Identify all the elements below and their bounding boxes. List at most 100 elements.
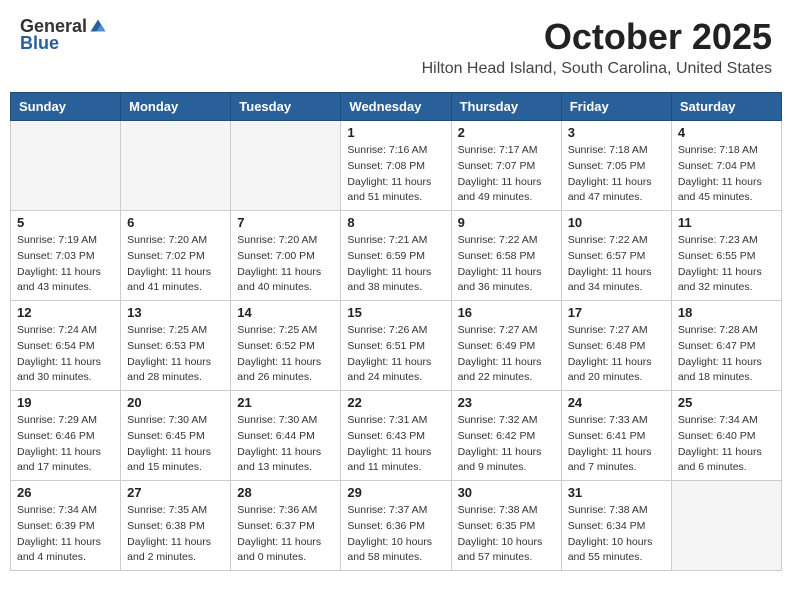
col-saturday: Saturday [671,93,781,121]
table-row: 29 Sunrise: 7:37 AM Sunset: 6:36 PM Dayli… [341,481,451,571]
logo-blue: Blue [20,33,59,54]
day-info: Sunrise: 7:21 AM Sunset: 6:59 PM Dayligh… [347,233,444,296]
table-row: 3 Sunrise: 7:18 AM Sunset: 7:05 PM Daylig… [561,121,671,211]
table-row: 9 Sunrise: 7:22 AM Sunset: 6:58 PM Daylig… [451,211,561,301]
page-header: General Blue October 2025 Hilton Head Is… [0,0,792,84]
day-info: Sunrise: 7:25 AM Sunset: 6:52 PM Dayligh… [237,323,334,386]
table-row: 26 Sunrise: 7:34 AM Sunset: 6:39 PM Dayli… [11,481,121,571]
day-info: Sunrise: 7:37 AM Sunset: 6:36 PM Dayligh… [347,503,444,566]
logo-icon [89,18,107,36]
table-row: 22 Sunrise: 7:31 AM Sunset: 6:43 PM Dayli… [341,391,451,481]
day-number: 13 [127,305,224,320]
calendar-week-row: 12Sunrise: 7:24 AM Sunset: 6:54 PM Dayli… [11,301,782,391]
logo: General Blue [20,16,107,54]
table-row: 25 Sunrise: 7:34 AM Sunset: 6:40 PM Dayli… [671,391,781,481]
table-row: 8 Sunrise: 7:21 AM Sunset: 6:59 PM Daylig… [341,211,451,301]
table-row: 11 Sunrise: 7:23 AM Sunset: 6:55 PM Dayli… [671,211,781,301]
day-number: 9 [458,215,555,230]
day-number: 19 [17,395,114,410]
day-info: Sunrise: 7:34 AM Sunset: 6:40 PM Dayligh… [678,413,775,476]
month-title: October 2025 [422,16,772,58]
day-number: 26 [17,485,114,500]
day-info: Sunrise: 7:30 AM Sunset: 6:44 PM Dayligh… [237,413,334,476]
table-row [671,481,781,571]
day-info: Sunrise: 7:16 AM Sunset: 7:08 PM Dayligh… [347,143,444,206]
day-info: Sunrise: 7:34 AM Sunset: 6:39 PM Dayligh… [17,503,114,566]
col-thursday: Thursday [451,93,561,121]
table-row: 15 Sunrise: 7:26 AM Sunset: 6:51 PM Dayli… [341,301,451,391]
day-number: 8 [347,215,444,230]
col-sunday: Sunday [11,93,121,121]
day-info: Sunrise: 7:27 AM Sunset: 6:48 PM Dayligh… [568,323,665,386]
table-row: 27 Sunrise: 7:35 AM Sunset: 6:38 PM Dayli… [121,481,231,571]
day-number: 2 [458,125,555,140]
day-number: 7 [237,215,334,230]
table-row: 13Sunrise: 7:25 AM Sunset: 6:53 PM Dayli… [121,301,231,391]
table-row: 6 Sunrise: 7:20 AM Sunset: 7:02 PM Daylig… [121,211,231,301]
day-info: Sunrise: 7:38 AM Sunset: 6:34 PM Dayligh… [568,503,665,566]
day-info: Sunrise: 7:30 AM Sunset: 6:45 PM Dayligh… [127,413,224,476]
calendar-week-row: 26 Sunrise: 7:34 AM Sunset: 6:39 PM Dayli… [11,481,782,571]
day-number: 24 [568,395,665,410]
day-info: Sunrise: 7:31 AM Sunset: 6:43 PM Dayligh… [347,413,444,476]
day-number: 10 [568,215,665,230]
day-info: Sunrise: 7:17 AM Sunset: 7:07 PM Dayligh… [458,143,555,206]
day-number: 27 [127,485,224,500]
table-row [11,121,121,211]
calendar-week-row: 1 Sunrise: 7:16 AM Sunset: 7:08 PM Daylig… [11,121,782,211]
day-number: 12 [17,305,114,320]
day-info: Sunrise: 7:20 AM Sunset: 7:00 PM Dayligh… [237,233,334,296]
table-row: 5 Sunrise: 7:19 AM Sunset: 7:03 PM Daylig… [11,211,121,301]
day-info: Sunrise: 7:18 AM Sunset: 7:04 PM Dayligh… [678,143,775,206]
day-number: 29 [347,485,444,500]
table-row: 2 Sunrise: 7:17 AM Sunset: 7:07 PM Daylig… [451,121,561,211]
table-row [231,121,341,211]
day-info: Sunrise: 7:36 AM Sunset: 6:37 PM Dayligh… [237,503,334,566]
col-monday: Monday [121,93,231,121]
day-info: Sunrise: 7:22 AM Sunset: 6:58 PM Dayligh… [458,233,555,296]
day-number: 5 [17,215,114,230]
day-number: 25 [678,395,775,410]
table-row: 14 Sunrise: 7:25 AM Sunset: 6:52 PM Dayli… [231,301,341,391]
day-number: 23 [458,395,555,410]
col-friday: Friday [561,93,671,121]
table-row: 17 Sunrise: 7:27 AM Sunset: 6:48 PM Dayli… [561,301,671,391]
day-info: Sunrise: 7:23 AM Sunset: 6:55 PM Dayligh… [678,233,775,296]
day-info: Sunrise: 7:19 AM Sunset: 7:03 PM Dayligh… [17,233,114,296]
day-number: 28 [237,485,334,500]
day-info: Sunrise: 7:18 AM Sunset: 7:05 PM Dayligh… [568,143,665,206]
table-row: 31 Sunrise: 7:38 AM Sunset: 6:34 PM Dayli… [561,481,671,571]
day-info: Sunrise: 7:38 AM Sunset: 6:35 PM Dayligh… [458,503,555,566]
table-row: 24 Sunrise: 7:33 AM Sunset: 6:41 PM Dayli… [561,391,671,481]
day-number: 14 [237,305,334,320]
day-info: Sunrise: 7:33 AM Sunset: 6:41 PM Dayligh… [568,413,665,476]
table-row: 21Sunrise: 7:30 AM Sunset: 6:44 PM Dayli… [231,391,341,481]
calendar-table: Sunday Monday Tuesday Wednesday Thursday… [10,92,782,571]
title-block: October 2025 Hilton Head Island, South C… [422,16,772,78]
day-number: 20 [127,395,224,410]
day-number: 17 [568,305,665,320]
day-info: Sunrise: 7:35 AM Sunset: 6:38 PM Dayligh… [127,503,224,566]
day-number: 1 [347,125,444,140]
col-tuesday: Tuesday [231,93,341,121]
day-number: 15 [347,305,444,320]
table-row: 7 Sunrise: 7:20 AM Sunset: 7:00 PM Daylig… [231,211,341,301]
col-wednesday: Wednesday [341,93,451,121]
day-number: 3 [568,125,665,140]
day-number: 11 [678,215,775,230]
table-row: 23Sunrise: 7:32 AM Sunset: 6:42 PM Dayli… [451,391,561,481]
location-title: Hilton Head Island, South Carolina, Unit… [422,60,772,78]
table-row: 4Sunrise: 7:18 AM Sunset: 7:04 PM Daylig… [671,121,781,211]
table-row: 18Sunrise: 7:28 AM Sunset: 6:47 PM Dayli… [671,301,781,391]
day-info: Sunrise: 7:28 AM Sunset: 6:47 PM Dayligh… [678,323,775,386]
day-info: Sunrise: 7:26 AM Sunset: 6:51 PM Dayligh… [347,323,444,386]
day-info: Sunrise: 7:20 AM Sunset: 7:02 PM Dayligh… [127,233,224,296]
day-number: 31 [568,485,665,500]
day-number: 22 [347,395,444,410]
table-row: 28 Sunrise: 7:36 AM Sunset: 6:37 PM Dayli… [231,481,341,571]
table-row: 30 Sunrise: 7:38 AM Sunset: 6:35 PM Dayli… [451,481,561,571]
table-row: 20 Sunrise: 7:30 AM Sunset: 6:45 PM Dayli… [121,391,231,481]
table-row: 16Sunrise: 7:27 AM Sunset: 6:49 PM Dayli… [451,301,561,391]
day-number: 30 [458,485,555,500]
day-number: 6 [127,215,224,230]
